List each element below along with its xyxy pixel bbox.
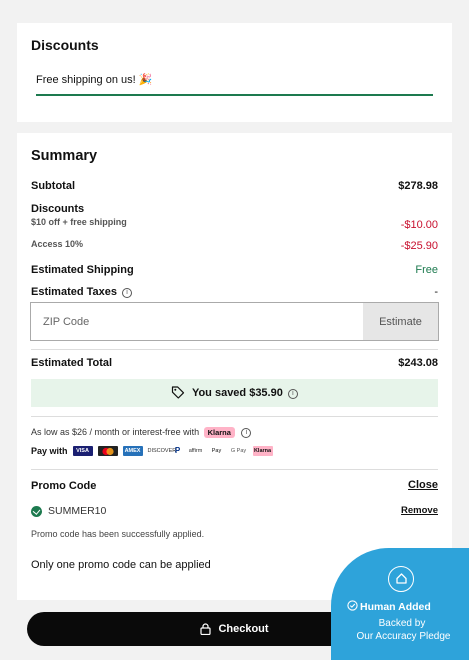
info-icon[interactable]: i xyxy=(122,288,133,298)
total-value: $243.08 xyxy=(398,357,438,369)
lock-icon xyxy=(200,623,212,635)
discount-2-label: Access 10% xyxy=(31,239,84,249)
promo-limit-notice: Only one promo code can be applied xyxy=(31,559,211,571)
promo-code-label: Promo Code xyxy=(31,480,97,492)
human-added-label: Human Added xyxy=(347,600,431,613)
applied-promo-code: SUMMER10 xyxy=(31,505,106,517)
discover-icon: DISCOVER xyxy=(147,448,177,454)
info-icon[interactable]: i xyxy=(287,389,298,399)
checkout-label: Checkout xyxy=(218,623,269,635)
taxes-value: - xyxy=(434,286,438,298)
shipping-value: Free xyxy=(415,264,438,276)
savings-banner: You saved $35.90 i xyxy=(31,379,438,407)
tag-icon xyxy=(171,386,185,399)
promo-success-message: Promo code has been successfully applied… xyxy=(31,529,205,539)
paypal-icon: P xyxy=(174,446,181,455)
free-shipping-text: Free shipping on us! 🎉 xyxy=(36,74,153,86)
promo-close-link[interactable]: Close xyxy=(408,479,438,491)
visa-icon: VISA xyxy=(72,446,93,456)
discount-1-value: -$10.00 xyxy=(400,219,438,231)
financing-text: As low as $26 / month or interest-free w… xyxy=(31,427,252,438)
human-added-text: Human Added xyxy=(360,601,431,613)
apple-pay-icon: Pay xyxy=(211,448,222,454)
promo-remove-link[interactable]: Remove xyxy=(401,505,438,516)
zip-code-input[interactable] xyxy=(31,303,364,340)
klarna-logo[interactable]: Klarna xyxy=(203,427,235,438)
taxes-label: Estimated Taxes xyxy=(31,286,118,298)
estimate-button[interactable]: Estimate xyxy=(363,303,438,340)
taxes-label-wrap: Estimated Taxes i xyxy=(31,286,133,298)
savings-text: You saved $35.90 xyxy=(191,387,283,399)
divider xyxy=(31,416,438,417)
discounts-card: Discounts Free shipping on us! 🎉 xyxy=(17,23,452,122)
zip-estimate-group: Estimate xyxy=(30,302,439,341)
as-low-as-text: As low as $26 / month or interest-free w… xyxy=(31,427,200,437)
google-pay-icon: G Pay xyxy=(230,448,247,454)
info-icon[interactable]: i xyxy=(241,428,252,438)
summary-card: Summary Subtotal $278.98 Discounts $10 o… xyxy=(17,133,452,600)
pay-with-row: Pay with VISA AMEX DISCOVER P affirm Pay… xyxy=(31,446,278,456)
divider xyxy=(31,469,438,470)
subtotal-value: $278.98 xyxy=(398,180,438,192)
pay-with-label: Pay with xyxy=(31,446,68,456)
summary-title: Summary xyxy=(31,148,98,164)
discounts-title: Discounts xyxy=(31,37,99,53)
accuracy-pledge-badge[interactable]: Human Added Backed by Our Accuracy Pledg… xyxy=(331,548,469,660)
subtotal-label: Subtotal xyxy=(31,180,75,192)
klarna-icon: Klarna xyxy=(252,446,273,456)
shipping-label: Estimated Shipping xyxy=(31,264,134,276)
divider xyxy=(31,349,438,350)
check-circle-icon xyxy=(31,505,42,517)
amex-icon: AMEX xyxy=(122,446,143,456)
accuracy-pledge-text: Our Accuracy Pledge xyxy=(356,631,451,642)
backed-by-text: Backed by xyxy=(378,618,426,629)
promo-code-value: SUMMER10 xyxy=(48,505,107,517)
discount-2-value: -$25.90 xyxy=(400,240,438,252)
total-label: Estimated Total xyxy=(31,357,113,369)
affirm-icon: affirm xyxy=(188,448,203,454)
payment-logos: VISA AMEX DISCOVER P affirm Pay G Pay Kl… xyxy=(72,446,278,456)
mastercard-icon xyxy=(97,446,118,456)
discount-1-label: $10 off + free shipping xyxy=(31,217,127,227)
check-circle-icon xyxy=(347,600,358,611)
discounts-label: Discounts xyxy=(31,203,85,215)
home-icon xyxy=(388,566,414,592)
free-shipping-underline xyxy=(36,94,433,96)
